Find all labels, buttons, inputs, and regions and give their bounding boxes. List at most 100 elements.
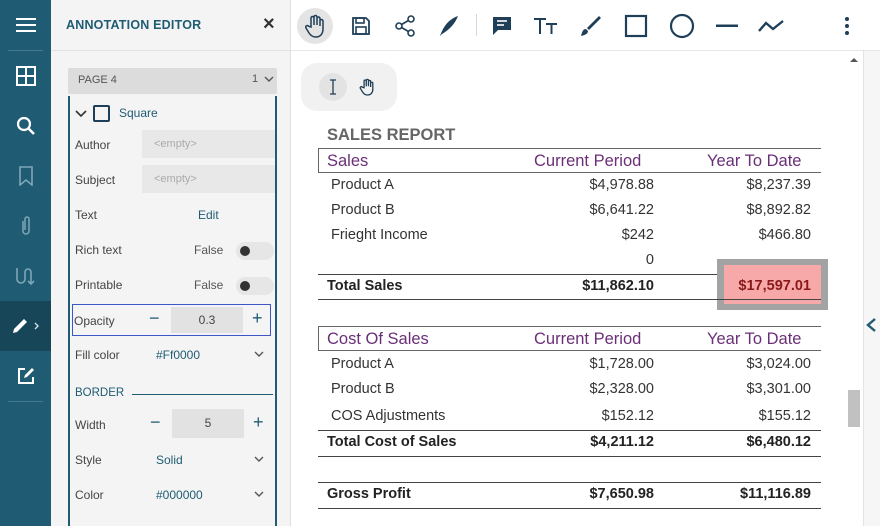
panel-title: ANNOTATION EDITOR <box>66 18 202 32</box>
pen-nib-icon[interactable] <box>431 8 467 44</box>
circle-icon[interactable] <box>664 8 700 44</box>
form-editor-icon[interactable] <box>0 351 51 401</box>
sales-row-ytd: $8,237.39 <box>746 177 811 193</box>
fill-color-row: Fill color #Ff0000 <box>74 339 277 369</box>
rich-text-label: Rich text <box>75 243 122 257</box>
text-row: Text Edit <box>74 199 277 229</box>
author-input[interactable]: <empty> <box>142 130 275 158</box>
table-rule <box>318 456 821 457</box>
rich-text-row: Rich text False <box>74 234 277 264</box>
annotation-type-label: Square <box>119 106 158 120</box>
border-color-value[interactable]: #000000 <box>156 488 203 502</box>
chevron-down-icon <box>75 110 87 118</box>
printable-label: Printable <box>75 278 123 292</box>
scroll-up-icon[interactable] <box>849 56 859 64</box>
vertical-scrollbar[interactable] <box>846 51 863 526</box>
report-title: SALES REPORT <box>327 126 456 144</box>
sales-header-ytd: Year To Date <box>707 152 802 170</box>
printable-toggle[interactable] <box>236 277 274 295</box>
comment-icon[interactable] <box>484 8 520 44</box>
fill-color-label: Fill color <box>75 348 120 362</box>
fill-color-value[interactable]: #Ff0000 <box>156 348 200 362</box>
pan-icon[interactable] <box>297 8 333 44</box>
menu-icon[interactable] <box>0 0 51 50</box>
square-icon[interactable] <box>618 8 654 44</box>
text-label: Text <box>75 208 98 222</box>
page-selector[interactable]: PAGE 4 1 <box>68 68 277 94</box>
border-color-row: Color #000000 <box>74 479 277 509</box>
annotation-editor-icon[interactable] <box>0 301 51 351</box>
cos-row-name: Product B <box>331 381 395 397</box>
table-rule <box>318 299 821 300</box>
border-width-label: Width <box>75 418 106 432</box>
opacity-input[interactable]: 0.3 <box>171 307 243 333</box>
section-divider <box>132 394 273 395</box>
border-section-label: BORDER <box>75 387 125 399</box>
width-increment-button[interactable]: + <box>253 413 264 431</box>
rich-text-toggle[interactable] <box>236 242 274 260</box>
line-icon[interactable] <box>709 8 745 44</box>
ink-icon[interactable] <box>573 8 609 44</box>
search-icon[interactable] <box>0 101 51 151</box>
table-rule <box>318 508 821 509</box>
width-decrement-button[interactable]: − <box>150 413 161 431</box>
text-edit-link[interactable]: Edit <box>198 208 219 222</box>
sales-row-current: $6,641.22 <box>589 202 654 218</box>
panel-header: ANNOTATION EDITOR × <box>51 0 291 51</box>
border-style-row: Style Solid <box>74 444 277 474</box>
text-cursor-icon[interactable] <box>319 73 347 101</box>
sales-row-current: 0 <box>645 252 654 268</box>
border-color-label: Color <box>75 488 104 502</box>
thumbnails-icon[interactable] <box>0 51 51 101</box>
annotation-properties: Square Author <empty> Subject <empty> Te… <box>68 96 277 526</box>
scrollbar-thumb[interactable] <box>848 390 860 427</box>
bookmark-icon[interactable] <box>0 151 51 201</box>
polyline-icon[interactable] <box>753 8 789 44</box>
more-icon[interactable] <box>829 8 865 44</box>
selection-tools <box>301 63 397 111</box>
signature-icon[interactable] <box>0 251 51 301</box>
subject-input[interactable]: <empty> <box>142 165 275 193</box>
hand-icon[interactable] <box>353 73 381 101</box>
cos-header-row: Cost Of Sales Current Period Year To Dat… <box>318 326 821 351</box>
gross-profit-current: $7,650.98 <box>589 486 654 502</box>
left-rail <box>0 0 51 526</box>
page-label: PAGE 4 <box>78 74 117 86</box>
cos-row-current: $152.12 <box>601 408 654 424</box>
opacity-increment-button[interactable]: + <box>252 309 263 327</box>
share-icon[interactable] <box>387 8 423 44</box>
total-sales-current: $11,862.10 <box>582 278 654 294</box>
border-width-row: Width − 5 + <box>74 409 277 439</box>
square-icon <box>93 104 110 122</box>
gross-profit-label: Gross Profit <box>327 486 411 502</box>
opacity-label: Opacity <box>74 314 115 328</box>
close-icon[interactable]: × <box>263 13 275 35</box>
text-icon[interactable] <box>528 8 564 44</box>
total-sales-label: Total Sales <box>327 278 403 294</box>
total-cos-ytd: $6,480.12 <box>746 434 811 450</box>
border-style-select[interactable]: Solid <box>156 453 183 467</box>
author-label: Author <box>75 138 111 152</box>
attachment-icon[interactable] <box>0 201 51 251</box>
sales-header-label: Sales <box>327 152 369 170</box>
sales-header-current: Current Period <box>534 152 642 170</box>
sales-row-ytd: $466.80 <box>758 227 811 243</box>
page-count: 1 <box>252 73 259 85</box>
table-rule <box>318 482 821 483</box>
chevron-down-icon[interactable] <box>254 349 264 359</box>
border-style-label: Style <box>75 453 102 467</box>
border-width-input[interactable]: 5 <box>172 409 244 438</box>
gross-profit-ytd: $11,116.89 <box>740 486 811 502</box>
cos-header-current: Current Period <box>534 330 642 348</box>
chevron-left-icon[interactable] <box>864 317 878 333</box>
chevron-down-icon[interactable] <box>254 489 264 499</box>
total-cos-current: $4,211.12 <box>590 434 654 450</box>
opacity-decrement-button[interactable]: − <box>149 309 160 327</box>
save-icon[interactable] <box>343 8 379 44</box>
chevron-down-icon <box>264 76 274 82</box>
sales-row-current: $4,978.88 <box>589 177 654 193</box>
subject-label: Subject <box>75 173 116 187</box>
rich-text-value: False <box>194 243 224 257</box>
annotation-item-square[interactable]: Square <box>75 103 158 123</box>
chevron-down-icon[interactable] <box>254 454 264 464</box>
